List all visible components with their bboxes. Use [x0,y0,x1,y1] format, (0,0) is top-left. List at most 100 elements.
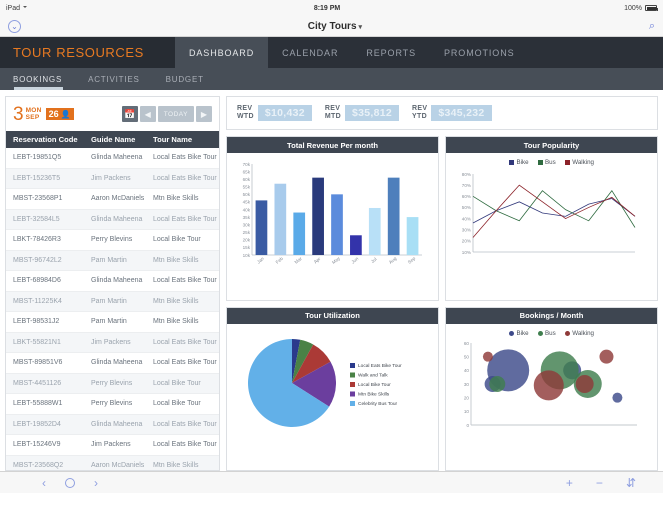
legend-item-bike: Bike [509,159,529,166]
booking-count-badge: 26 👤 [45,108,74,120]
ipad-screen: iPad 8:19 PM 100% ⌄ City Tours ▾ ⌕ TOUR R… [0,0,663,509]
cell-tour-name: Local Eats Bike Tour [153,359,217,367]
svg-text:55k: 55k [243,185,251,190]
table-row: LEBT-55888W1 Perry Blevins Local Bike Tour [6,394,219,415]
ios-status-bar: iPad 8:19 PM 100% [0,0,663,16]
safari-toolbar: ⌄ City Tours ▾ ⌕ [0,16,663,37]
legend-label: Bus [545,159,556,166]
card-bookings-month-title: Bookings / Month [446,307,657,324]
date-nav-buttons: 📅 ◀ TODAY ▶ [121,106,212,122]
calendar-icon[interactable]: 📅 [121,106,138,122]
app-header: TOUR RESOURCES DASHBOARD CALENDAR REPORT… [0,37,663,68]
legend-item-bus: Bus [537,330,556,337]
line-chart[interactable]: 80% 70% 60% 50% 40% 30% 20% 10% [449,166,645,266]
booking-count: 26 [48,109,59,119]
legend-item-walking: Walking [564,329,594,337]
svg-text:40%: 40% [462,216,471,221]
tab-reports[interactable]: REPORTS [352,37,430,68]
table-row: LEBT-68984D6 Glinda Maheena Local Eats Bik… [6,271,219,292]
tab-dashboard[interactable]: DASHBOARD [175,37,269,68]
back-button[interactable]: ‹ [42,477,46,489]
reload-icon[interactable] [65,477,75,488]
cell-guide-name: Glinda Maheena [91,215,143,223]
card-tour-utilization: Tour Utilization Local Eats Bike Tour Wal… [226,306,439,471]
bubble-chart[interactable]: 60 50 40 30 20 10 0 [449,337,645,439]
status-right: 100% [624,4,658,12]
cell-reservation-code: MBST-89851V6 [13,359,63,367]
cell-tour-name: Local Eats Bike Tour [153,420,217,428]
date-day-number: 3 [13,103,24,125]
forward-button[interactable]: › [94,477,98,489]
cell-guide-name: Glinda Maheena [91,359,143,367]
cell-guide-name: Perry Blevins [91,236,133,244]
battery-percent: 100% [624,4,642,12]
cell-reservation-code: MBST-23568Q2 [13,461,64,469]
svg-text:Jul: Jul [370,257,378,265]
cell-reservation-code: MBST-4451126 [13,379,62,387]
cell-guide-name: Glinda Maheena [91,277,143,285]
svg-text:Feb: Feb [275,256,285,265]
legend-label: Walking [572,329,594,337]
subtab-activities[interactable]: ACTIVITIES [75,68,153,90]
cell-reservation-code: MBST-23568P1 [13,195,63,203]
page-title-area[interactable]: City Tours ▾ [21,21,649,32]
kpi-rev-ytd: REV YTD $345,232 [412,105,492,121]
cell-reservation-code: MBST-11225K4 [13,297,62,305]
pie-chart[interactable]: Local Eats Bike Tour Walk and Talk Local B… [230,327,426,445]
card-tour-popularity-body: Bike Bus Walking 80% 70% 60% 50% 40% 30% 20% 10% [446,153,657,300]
svg-text:30k: 30k [243,222,251,227]
svg-text:20k: 20k [243,238,251,243]
prev-day-button[interactable]: ◀ [139,106,156,122]
bar-chart[interactable]: 70k 65k 60k 55k 50k 45k 40k 35k 30k 25k 20k 15k 10k J… [230,156,426,272]
svg-text:Mtn Bike Skills: Mtn Bike Skills [358,391,390,397]
tab-promotions[interactable]: PROMOTIONS [430,37,529,68]
kpi-label-line2: WTD [237,113,254,120]
kpi-row: REV WTD $10,432 REV MTD $35,812 REV YTD [226,96,658,130]
person-icon: 👤 [60,109,71,119]
svg-text:10k: 10k [243,253,251,258]
card-bookings-month: Bookings / Month Bike Bus Walking 60 50 40 30… [445,306,658,471]
zoom-in-button[interactable]: + [566,477,573,489]
table-row: LEBT-32584L5 Glinda Maheena Local Eats Bik… [6,209,219,230]
card-bookings-month-body: Bike Bus Walking 60 50 40 30 20 10 0 [446,324,657,471]
status-clock: 8:19 PM [313,4,341,12]
cell-reservation-code: LEBT-15246V9 [13,441,61,449]
subtab-budget[interactable]: BUDGET [153,68,217,90]
cell-tour-name: Mtn Bike Skills [153,195,199,203]
kpi-rev-mtd: REV MTD $35,812 [324,105,400,121]
cell-tour-name: Local Bike Tour [153,400,201,408]
page-title: City Tours [307,20,357,32]
date-month: SEP [25,114,40,121]
reservations-table-body[interactable]: LEBT-19851Q5 Glinda Maheena Local Eats Bik… [6,148,219,470]
table-row: LEBT-19852D4 Glinda Maheena Local Eats Bik… [6,414,219,435]
card-tour-utilization-body: Local Eats Bike Tour Walk and Talk Local B… [227,324,438,471]
kpi-label-line2: MTD [324,113,341,120]
col-tour-name[interactable]: Tour Name [146,135,219,144]
svg-text:0: 0 [466,422,469,427]
search-icon[interactable]: ⌕ [649,20,655,33]
cell-tour-name: Mtn Bike Skills [153,461,199,469]
sort-icon[interactable]: ⇵ [626,477,636,489]
wifi-icon [23,5,30,12]
cell-reservation-code: MBST-96742L2 [13,256,62,264]
svg-text:70k: 70k [243,162,251,167]
table-row: LEBT-15246V9 Jim Packens Local Eats Bike T… [6,435,219,456]
card-total-revenue: Total Revenue Per month 70k 65k 60k 55k 50k 4… [226,136,439,301]
cell-reservation-code: LEBT-19851Q5 [13,154,62,162]
svg-text:65k: 65k [243,169,251,174]
card-total-revenue-title: Total Revenue Per month [227,137,438,153]
cell-tour-name: Local Eats Bike Tour [153,277,217,285]
today-button[interactable]: TODAY [157,106,194,122]
next-day-button[interactable]: ▶ [196,106,212,122]
cell-guide-name: Jim Packens [91,441,131,449]
legend-swatch-icon [509,160,514,165]
col-guide-name[interactable]: Guide Name [84,135,146,144]
col-reservation-code[interactable]: Reservation Code [6,135,84,144]
chevron-down-circle-icon[interactable]: ⌄ [8,19,21,33]
brand-title: TOUR RESOURCES [0,37,175,68]
tab-calendar[interactable]: CALENDAR [268,37,353,68]
svg-text:60: 60 [464,340,470,345]
legend-item-bike: Bike [509,330,529,337]
legend-dot-icon [537,330,543,336]
zoom-out-button[interactable]: − [596,477,603,489]
